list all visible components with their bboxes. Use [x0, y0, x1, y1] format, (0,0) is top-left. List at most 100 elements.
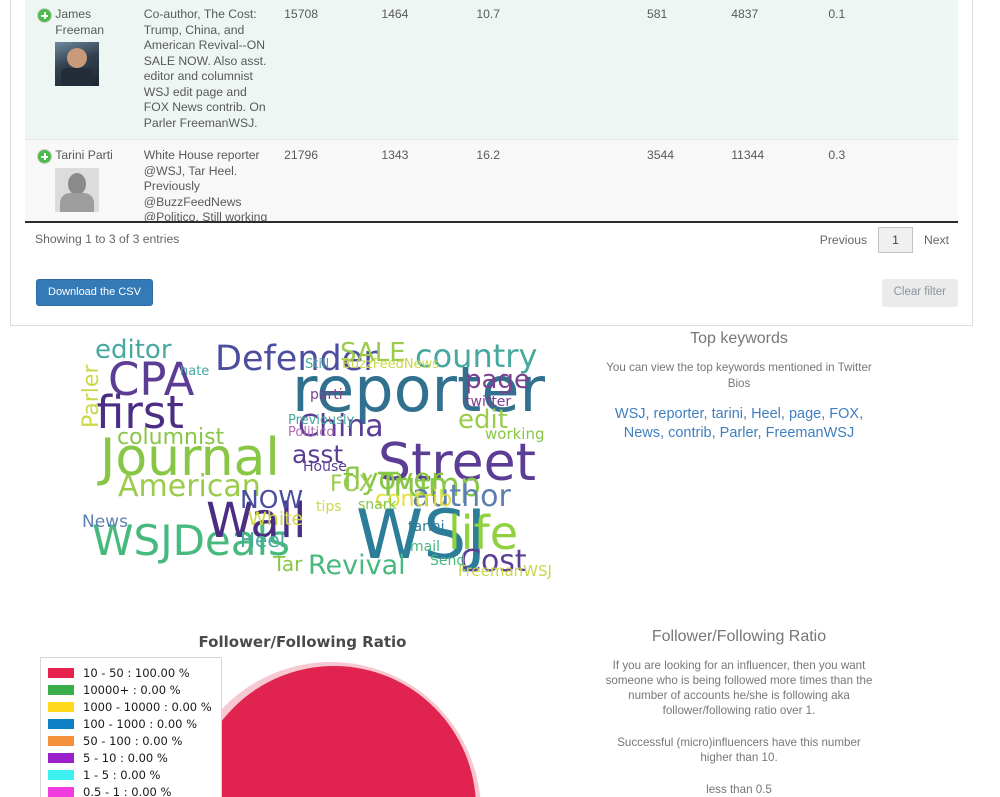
- user-cell: James Freeman: [55, 0, 144, 140]
- metric5-cell: 4837: [731, 0, 829, 140]
- wordcloud-word: FOX: [330, 472, 374, 497]
- legend-label: 5 - 10 : 0.00 %: [83, 750, 168, 765]
- legend-swatch-icon: [48, 786, 74, 797]
- top-keywords-subtitle: You can view the top keywords mentioned …: [606, 361, 872, 390]
- legend-row[interactable]: 50 - 100 : 0.00 %: [48, 732, 212, 749]
- legend-swatch-icon: [48, 735, 74, 746]
- ratio-paragraph-3: less than 0.5: [706, 783, 772, 796]
- wordcloud-word: Tar: [273, 552, 303, 576]
- pie-chart-title: Follower/Following Ratio: [198, 633, 407, 651]
- table-body: James Freeman Co-author, The Cost: Trump…: [25, 0, 958, 221]
- pagination-page-1[interactable]: 1: [878, 227, 913, 253]
- page-root: James Freeman Co-author, The Cost: Trump…: [0, 0, 1000, 797]
- expand-cell[interactable]: [25, 0, 56, 140]
- legend-label: 1000 - 10000 : 0.00 %: [83, 699, 212, 714]
- plus-circle-icon[interactable]: [37, 8, 52, 23]
- pagination-previous[interactable]: Previous: [811, 228, 876, 252]
- wordcloud-word: White: [248, 508, 304, 530]
- download-csv-button[interactable]: Download the CSV: [36, 279, 153, 306]
- wordcloud-word: twitter: [465, 394, 512, 410]
- follower-following-ratio-panel: Follower/Following Ratio If you are look…: [600, 628, 878, 797]
- ratio-cell: 10.7: [476, 0, 647, 140]
- table-row[interactable]: Tarini Parti White House reporter @WSJ, …: [25, 139, 958, 221]
- plus-circle-icon[interactable]: [37, 149, 52, 164]
- legend-row[interactable]: 1 - 5 : 0.00 %: [48, 766, 212, 783]
- pagination[interactable]: Previous 1 Next: [811, 227, 958, 253]
- pie-chart-legend: 10 - 50 : 100.00 % 10000+ : 0.00 % 1000 - …: [40, 657, 222, 797]
- user-cell: Tarini Parti: [55, 139, 144, 221]
- followers-cell: 21796: [284, 139, 382, 221]
- legend-swatch-icon: [48, 667, 74, 678]
- datatable-card: James Freeman Co-author, The Cost: Trump…: [10, 0, 973, 326]
- follower-following-pie-chart: Follower/Following Ratio 10 - 50 : 100.0…: [30, 622, 575, 797]
- wordcloud-word: working: [485, 425, 545, 443]
- wordcloud-word: Revival: [308, 550, 406, 581]
- metric4-cell: 3544: [646, 139, 732, 221]
- legend-swatch-icon: [48, 684, 74, 695]
- wordcloud-word: Politico: [288, 425, 335, 440]
- wordcloud-image: reporter Journal Street WSJ WSJDeals Wall CPA f…: [60, 332, 590, 602]
- legend-label: 10 - 50 : 100.00 %: [83, 665, 190, 680]
- wordcloud-word: FreemanWSJ: [458, 562, 552, 580]
- showing-entries-info: Showing 1 to 3 of 3 entries: [35, 232, 180, 246]
- wordcloud-word: News: [82, 512, 128, 532]
- following-cell: 1343: [381, 139, 477, 221]
- legend-swatch-icon: [48, 701, 74, 712]
- user-name: Tarini Parti: [55, 148, 113, 162]
- clear-filter-button[interactable]: Clear filter: [881, 279, 958, 307]
- legend-swatch-icon: [48, 769, 74, 780]
- top-keywords-panel: Top keywords You can view the top keywor…: [600, 330, 878, 442]
- legend-label: 0.5 - 1 : 0.00 %: [83, 784, 172, 797]
- pie-slice-10-50[interactable]: [192, 666, 476, 797]
- ratio-paragraph-2: Successful (micro)influencers have this …: [617, 736, 861, 764]
- wordcloud-word: tarini: [408, 519, 445, 535]
- legend-row[interactable]: 5 - 10 : 0.00 %: [48, 749, 212, 766]
- ratio-panel-title: Follower/Following Ratio: [651, 628, 827, 645]
- metric4-cell: 581: [646, 0, 732, 140]
- following-cell: 1464: [381, 0, 477, 140]
- wordcloud-word: page: [465, 365, 530, 395]
- metric6-cell: 0.1: [828, 0, 958, 140]
- wordcloud-word: tips: [316, 499, 342, 515]
- table-bottom-rule: [25, 221, 958, 223]
- wordcloud-word: Still: [305, 357, 330, 372]
- wordcloud-word: hate: [180, 364, 210, 379]
- wordcloud-word: Parler: [79, 364, 104, 429]
- legend-row[interactable]: 100 - 1000 : 0.00 %: [48, 715, 212, 732]
- metric5-cell: 11344: [731, 139, 829, 221]
- avatar: [55, 42, 100, 86]
- legend-label: 10000+ : 0.00 %: [83, 682, 181, 697]
- legend-row[interactable]: 0.5 - 1 : 0.00 %: [48, 783, 212, 797]
- table-row[interactable]: James Freeman Co-author, The Cost: Trump…: [25, 0, 958, 140]
- legend-label: 100 - 1000 : 0.00 %: [83, 716, 198, 731]
- wordcloud-word: editor: [95, 335, 172, 365]
- table-scroll-region[interactable]: James Freeman Co-author, The Cost: Trump…: [25, 0, 958, 221]
- user-name: James Freeman: [55, 7, 105, 37]
- followers-cell: 15708: [284, 0, 382, 140]
- wordcloud-word: snark: [358, 497, 397, 513]
- wordcloud-words: reporter Journal Street WSJ WSJDeals Wall CPA f…: [60, 332, 590, 602]
- legend-label: 50 - 100 : 0.00 %: [83, 733, 183, 748]
- avatar: [55, 167, 100, 212]
- ratio-cell: 16.2: [476, 139, 647, 221]
- legend-label: 1 - 5 : 0.00 %: [83, 767, 161, 782]
- ratio-paragraph-1: If you are looking for an influencer, th…: [605, 659, 873, 717]
- legend-swatch-icon: [48, 718, 74, 729]
- users-table: James Freeman Co-author, The Cost: Trump…: [25, 0, 958, 221]
- legend-row[interactable]: 10000+ : 0.00 %: [48, 681, 212, 698]
- wordcloud-word: House: [303, 459, 347, 475]
- wordcloud-word: parti: [310, 387, 343, 403]
- top-keywords-list[interactable]: WSJ, reporter, tarini, Heel, page, FOX, …: [600, 405, 878, 442]
- top-keywords-title: Top keywords: [690, 330, 788, 347]
- legend-row[interactable]: 1000 - 10000 : 0.00 %: [48, 698, 212, 715]
- wordcloud-word: columnist: [117, 425, 225, 450]
- wordcloud-word: Heel: [240, 528, 286, 552]
- metric6-cell: 0.3: [828, 139, 958, 221]
- bio-cell: Co-author, The Cost: Trump, China, and A…: [143, 0, 285, 140]
- legend-row[interactable]: 10 - 50 : 100.00 %: [48, 664, 212, 681]
- wordcloud-word: BuzzFeedNews: [342, 357, 439, 372]
- pagination-next[interactable]: Next: [915, 228, 958, 252]
- expand-cell[interactable]: [25, 139, 56, 221]
